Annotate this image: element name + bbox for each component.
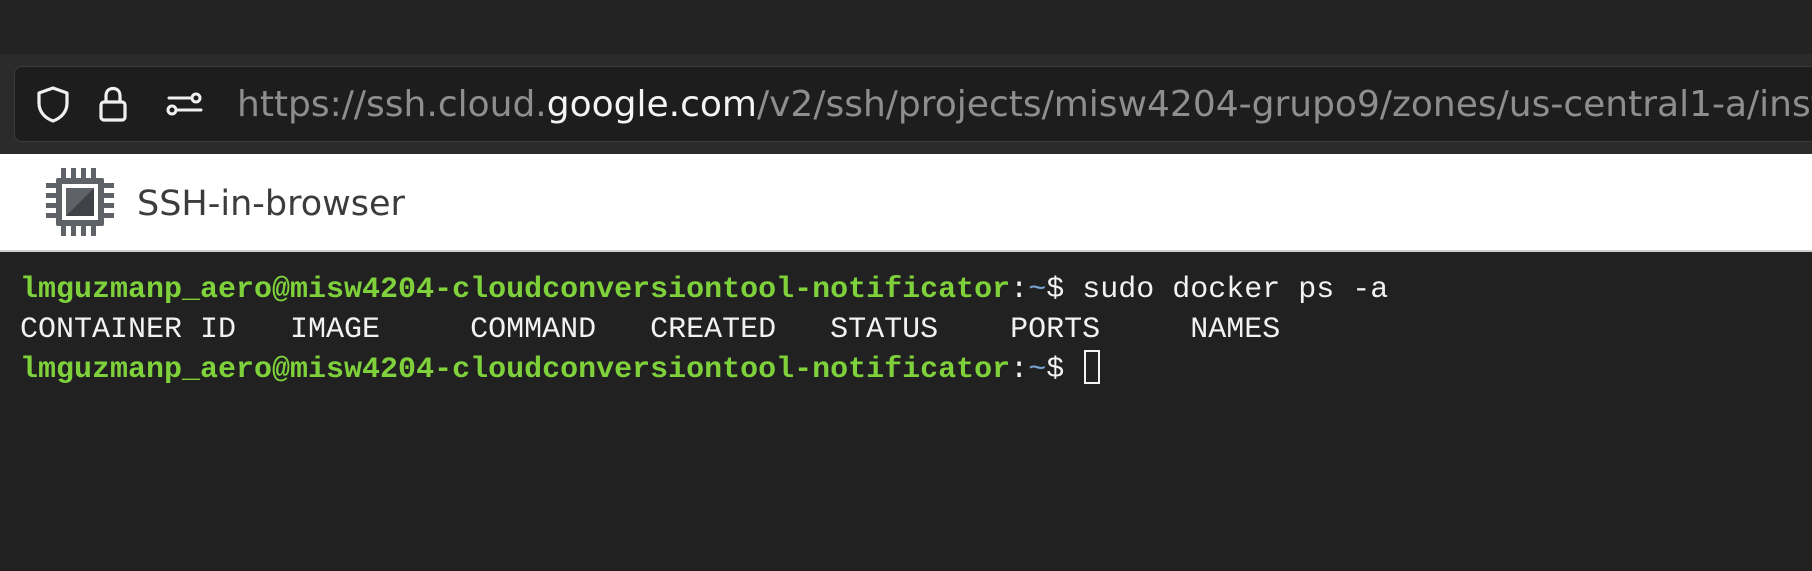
prompt-colon: : [1010,273,1029,307]
url-domain: google.com [546,84,757,125]
terminal-prompt-line[interactable]: lmguzmanp_aero@misw4204-cloudconversiont… [20,350,1101,390]
prompt-user-host: lmguzmanp_aero@misw4204-cloudconversiont… [20,353,1011,387]
terminal[interactable]: lmguzmanp_aero@misw4204-cloudconversiont… [0,252,1812,571]
prompt-user-host: lmguzmanp_aero@misw4204-cloudconversiont… [20,273,1011,307]
address-bar[interactable]: https://ssh.cloud.google.com/v2/ssh/proj… [14,66,1812,142]
url-prefix: https://ssh.cloud. [237,84,547,125]
terminal-command: sudo docker ps -a [1082,273,1389,307]
prompt-path: ~ [1028,353,1047,387]
terminal-output-header: CONTAINER ID IMAGE COMMAND CREATED STATU… [20,313,1281,347]
url-text[interactable]: https://ssh.cloud.google.com/v2/ssh/proj… [237,87,1812,123]
terminal-command-line: lmguzmanp_aero@misw4204-cloudconversiont… [20,270,1388,310]
prompt-path: ~ [1028,273,1047,307]
app-header: SSH-in-browser [0,154,1812,252]
prompt-symbol: $ [1046,273,1083,307]
chip-icon [44,166,116,242]
terminal-cursor [1084,350,1101,384]
prompt-colon: : [1010,353,1029,387]
lock-icon[interactable] [93,84,133,124]
app-title: SSH-in-browser [137,184,405,224]
browser-toolbar: https://ssh.cloud.google.com/v2/ssh/proj… [0,54,1812,154]
browser-tab-strip [0,0,1812,54]
url-path: /v2/ssh/projects/misw4204-grupo9/zones/u… [756,84,1812,125]
shield-icon[interactable] [33,84,73,124]
prompt-symbol: $ [1046,353,1083,387]
permissions-icon[interactable] [165,84,205,124]
